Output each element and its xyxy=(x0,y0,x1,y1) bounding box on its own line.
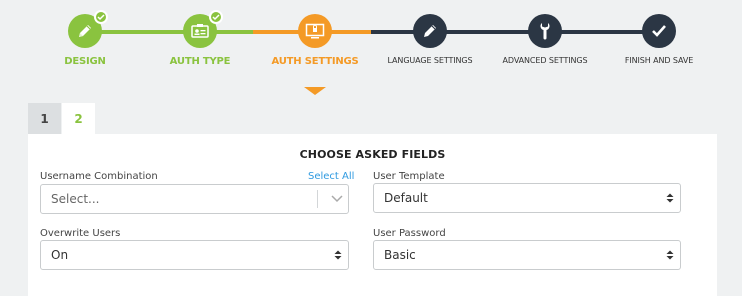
completed-check-icon xyxy=(94,10,108,24)
chevron-down-icon[interactable] xyxy=(326,195,348,203)
up-down-arrows-icon xyxy=(660,193,680,203)
step-advanced-settings[interactable] xyxy=(528,14,562,48)
overwrite-users-select[interactable]: On xyxy=(40,240,349,270)
step-label-advanced-settings[interactable]: ADVANCED SETTINGS xyxy=(503,56,588,65)
step-label-auth-settings[interactable]: AUTH SETTINGS xyxy=(271,56,358,67)
user-password-label: User Password xyxy=(373,228,446,239)
select-all-link[interactable]: Select All xyxy=(308,171,354,182)
monitor-icon xyxy=(305,23,325,39)
user-password-select[interactable]: Basic xyxy=(373,240,681,270)
username-combination-select[interactable]: Select... xyxy=(40,184,349,214)
completed-check-icon xyxy=(209,10,223,24)
user-password-value: Basic xyxy=(384,248,416,262)
user-template-label: User Template xyxy=(373,171,445,182)
panel-title: CHOOSE ASKED FIELDS xyxy=(299,148,446,161)
active-step-pointer xyxy=(304,87,326,95)
step-design[interactable] xyxy=(68,10,108,48)
pencil-icon xyxy=(421,22,439,40)
progress-line-done xyxy=(85,30,253,34)
user-template-value: Default xyxy=(384,191,428,205)
overwrite-users-label: Overwrite Users xyxy=(40,228,121,239)
step-label-auth-type[interactable]: AUTH TYPE xyxy=(170,56,231,67)
step-auth-settings[interactable] xyxy=(298,14,332,48)
step-auth-type[interactable] xyxy=(183,10,223,48)
step-finish-and-save[interactable] xyxy=(642,14,676,48)
step-language-settings[interactable] xyxy=(413,14,447,48)
username-combination-value: Select... xyxy=(51,192,100,206)
wrench-icon xyxy=(537,22,553,40)
up-down-arrows-icon xyxy=(660,250,680,260)
check-icon xyxy=(651,24,667,38)
id-card-icon xyxy=(191,24,209,38)
username-combination-label: Username Combination xyxy=(40,171,158,182)
step-label-finish-and-save[interactable]: FINISH AND SAVE xyxy=(625,56,693,65)
tab-2[interactable]: 2 xyxy=(62,103,95,134)
wizard-progress: DESIGN AUTH TYPE AUTH SETTINGS LANGUAGE … xyxy=(0,0,742,100)
up-down-arrows-icon xyxy=(328,250,348,260)
overwrite-users-value: On xyxy=(51,248,69,262)
step-label-language-settings[interactable]: LANGUAGE SETTINGS xyxy=(388,56,473,65)
select-separator xyxy=(317,190,318,208)
tab-1[interactable]: 1 xyxy=(28,103,61,134)
user-template-select[interactable]: Default xyxy=(373,183,681,213)
pencil-icon xyxy=(76,22,94,40)
asked-fields-panel: CHOOSE ASKED FIELDS Username Combination… xyxy=(28,134,717,296)
step-label-design[interactable]: DESIGN xyxy=(64,56,106,67)
